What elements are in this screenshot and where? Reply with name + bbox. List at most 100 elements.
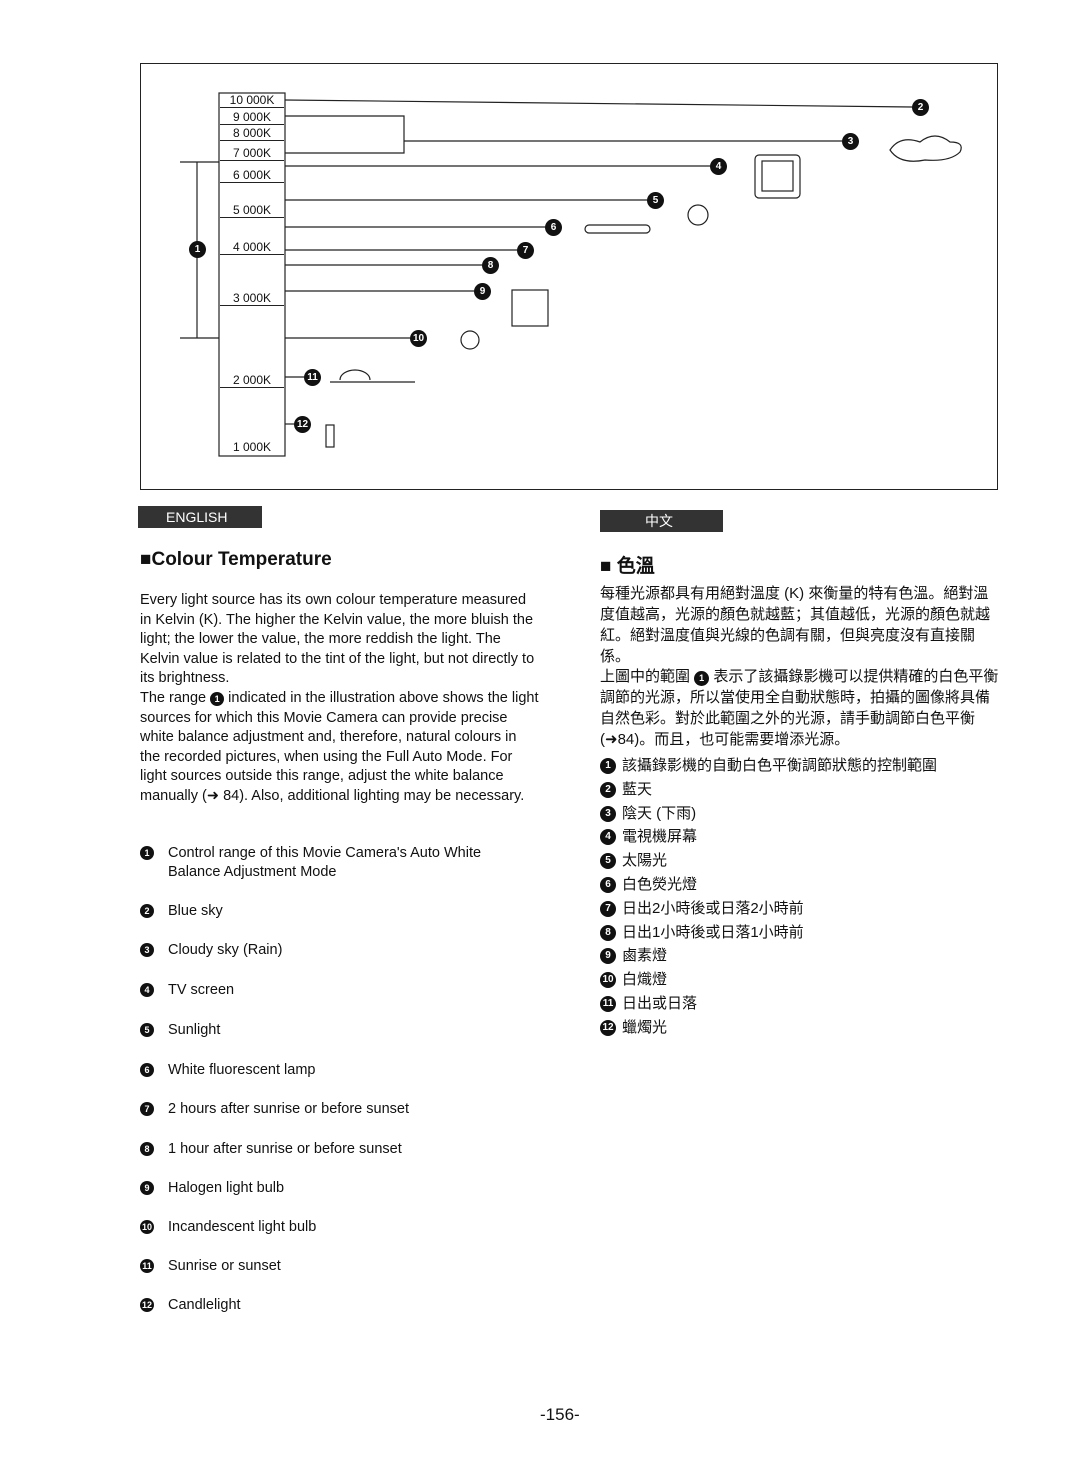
legend-item: 12 蠟燭光 [600, 1016, 667, 1040]
legend-item: 2 藍天 [600, 778, 652, 802]
number-badge: 9 [600, 948, 616, 965]
number-badge: 12 [600, 1019, 616, 1036]
marker-7: 7 [517, 242, 534, 259]
legend-item: 7 2 hours after sunrise or before sunset [140, 1100, 520, 1119]
legend-item: 1 Control range of this Movie Camera's Au… [140, 844, 520, 882]
chinese-paragraph-2: 上圖中的範圍 1 表示了該攝錄影機可以提供精確的白色平衡調節的光源，所以當使用全… [600, 666, 1000, 750]
legend-text: Blue sky [168, 903, 223, 919]
number-badge: 7 [600, 900, 616, 917]
number-badge: 9 [140, 1181, 154, 1195]
number-badge: 12 [140, 1298, 154, 1312]
number-badge: 5 [140, 1023, 154, 1037]
chinese-paragraph-1: 每種光源都具有用絕對溫度 (K) 來衡量的特有色溫。絕對溫度值越高，光源的顏色就… [600, 585, 991, 665]
legend-item: 9 鹵素燈 [600, 944, 667, 968]
legend-item: 11 Sunrise or sunset [140, 1257, 520, 1276]
legend-text: 1 hour after sunrise or before sunset [168, 1141, 402, 1157]
number-badge: 8 [140, 1142, 154, 1156]
number-badge: 1 [600, 758, 616, 774]
chinese-section-tab: 中文 [600, 510, 723, 532]
english-heading-text: Colour Temperature [151, 549, 332, 570]
number-badge: 8 [600, 924, 616, 941]
legend-text: 日出或日落 [622, 995, 698, 1012]
number-badge: 10 [140, 1220, 154, 1234]
chinese-heading-text: 色溫 [616, 556, 655, 577]
legend-text: 鹵素燈 [622, 947, 668, 965]
legend-item: 10 白熾燈 [600, 968, 667, 992]
text: indicated in the illustration above show… [140, 690, 539, 804]
english-paragraph-1: Every light source has its own colour te… [140, 592, 535, 686]
legend-text: Control range of this Movie Camera's Aut… [168, 845, 482, 880]
marker-1: 1 [189, 241, 206, 258]
kelvin-label: 5 000K [220, 203, 284, 218]
legend-item: 7 日出2小時後或日落2小時前 [600, 897, 804, 921]
legend-item: 6 White fluorescent lamp [140, 1061, 520, 1080]
english-paragraph-2: The range 1 indicated in the illustratio… [140, 689, 540, 806]
square-bullet-icon: ■ [140, 549, 152, 570]
number-badge: 7 [140, 1102, 154, 1116]
kelvin-label: 10 000K [220, 93, 284, 108]
legend-text: 陰天 (下雨) [622, 804, 697, 822]
legend-text: 藍天 [622, 780, 653, 798]
english-section-tab: ENGLISH [138, 506, 262, 528]
legend-item: 8 日出1小時後或日落1小時前 [600, 921, 804, 945]
manual-page: 10 000K 9 000K 8 000K 7 000K 6 000K 5 00… [0, 0, 1080, 1465]
marker-3: 3 [842, 133, 859, 150]
legend-text: 太陽光 [622, 852, 668, 870]
legend-text: Halogen light bulb [168, 1180, 285, 1196]
marker-1-inline: 1 [694, 671, 710, 686]
number-badge: 2 [600, 781, 616, 798]
legend-text: Incandescent light bulb [168, 1219, 317, 1235]
legend-item: 5 Sunlight [140, 1021, 520, 1040]
legend-item: 6 白色熒光燈 [600, 873, 697, 897]
legend-text: 白熾燈 [622, 971, 668, 989]
legend-item: 3 Cloudy sky (Rain) [140, 941, 520, 960]
legend-text: 該攝錄影機的自動白色平衡調節狀態的控制範圍 [622, 757, 938, 774]
legend-text: Sunrise or sunset [168, 1258, 281, 1274]
square-bullet-icon: ■ [600, 556, 617, 577]
legend-item: 12 Candlelight [140, 1296, 520, 1315]
number-badge: 10 [600, 972, 616, 989]
legend-text: 2 hours after sunrise or before sunset [168, 1101, 409, 1117]
marker-8: 8 [482, 257, 499, 274]
kelvin-label: 9 000K [220, 110, 284, 125]
number-badge: 6 [600, 877, 616, 893]
chinese-heading: ■ 色溫 [600, 551, 655, 578]
number-badge: 11 [140, 1259, 154, 1273]
marker-2: 2 [912, 99, 929, 116]
kelvin-label: 7 000K [220, 146, 284, 161]
kelvin-label: 3 000K [220, 291, 284, 306]
page-number: -156- [540, 1405, 580, 1424]
legend-text: White fluorescent lamp [168, 1062, 316, 1078]
number-badge: 4 [140, 983, 154, 997]
legend-item: 9 Halogen light bulb [140, 1179, 520, 1198]
legend-text: Candlelight [168, 1297, 241, 1313]
number-badge: 1 [140, 846, 154, 860]
legend-text: 白色熒光燈 [622, 876, 698, 893]
legend-item: 8 1 hour after sunrise or before sunset [140, 1140, 520, 1159]
kelvin-label: 1 000K [232, 440, 272, 454]
marker-9: 9 [474, 283, 491, 300]
marker-4: 4 [710, 158, 727, 175]
legend-item: 11 日出或日落 [600, 992, 697, 1016]
legend-item: 3 陰天 (下雨) [600, 802, 696, 826]
legend-text: Cloudy sky (Rain) [168, 942, 283, 958]
legend-item: 1 該攝錄影機的自動白色平衡調節狀態的控制範圍 [600, 754, 937, 778]
kelvin-label: 2 000K [220, 373, 284, 388]
legend-item: 10 Incandescent light bulb [140, 1218, 520, 1237]
diagram-lines [180, 92, 962, 457]
marker-5: 5 [647, 192, 664, 209]
legend-text: TV screen [168, 982, 235, 998]
kelvin-label: 8 000K [220, 126, 284, 141]
legend-text: 蠟燭光 [622, 1018, 668, 1036]
kelvin-label: 4 000K [220, 240, 284, 255]
legend-item: 5 太陽光 [600, 849, 667, 873]
number-badge: 4 [600, 829, 616, 846]
text: 上圖中的範圍 [600, 668, 695, 685]
legend-text: 電視機屏幕 [622, 828, 698, 846]
legend-item: 4 TV screen [140, 981, 520, 1000]
number-badge: 3 [600, 805, 616, 822]
marker-1-inline: 1 [210, 692, 225, 706]
legend-item: 4 電視機屏幕 [600, 825, 697, 849]
number-badge: 3 [140, 943, 154, 957]
text: The range [140, 690, 211, 706]
